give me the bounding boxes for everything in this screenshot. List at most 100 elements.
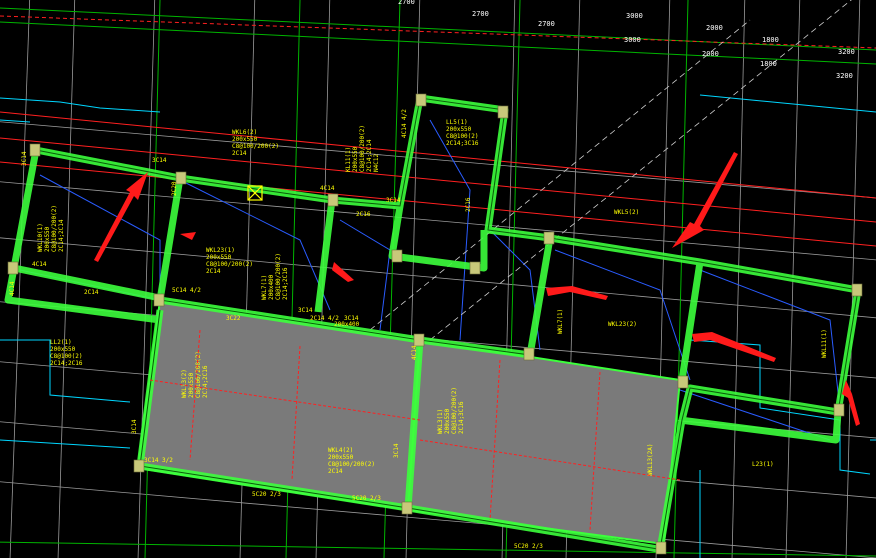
dimension-text: 2000 [702, 50, 719, 58]
beam-label-wkl7[interactable]: WKL7(1) 200x400 C8@100/200(2) 2C14;2C16 [261, 253, 289, 300]
svg-text:5C20 2/3: 5C20 2/3 [514, 543, 543, 550]
svg-text:2C14;2C16: 2C14;2C16 [202, 365, 209, 398]
beam-label-wkl13b[interactable]: WKL13(2A) [647, 443, 654, 476]
arrow-icon [332, 262, 354, 282]
arrow-icon [546, 286, 608, 300]
svg-text:C8@100/200(2): C8@100/200(2) [359, 125, 366, 172]
dimension-text: 3200 [838, 48, 855, 56]
svg-text:WKL3(1): WKL3(1) [437, 409, 444, 434]
beam-label-wkl11[interactable]: WKL11(1) [821, 329, 828, 358]
svg-text:200x400: 200x400 [268, 274, 275, 300]
svg-text:C8@100/200(2): C8@100/200(2) [206, 261, 253, 268]
svg-text:3C14 3/2: 3C14 3/2 [144, 457, 173, 464]
svg-text:2C14: 2C14 [206, 268, 221, 275]
construction-lines [369, 0, 852, 341]
svg-text:3C14: 3C14 [152, 157, 167, 164]
svg-text:200x550: 200x550 [206, 254, 232, 261]
svg-text:3C14: 3C14 [386, 197, 401, 204]
svg-text:WKL6(2): WKL6(2) [232, 129, 257, 136]
svg-text:3C14: 3C14 [131, 419, 138, 434]
beam-label-l23[interactable]: L23(1) [752, 461, 774, 468]
arrow-icon [692, 332, 776, 362]
svg-text:200x550: 200x550 [188, 372, 195, 398]
svg-text:2C14: 2C14 [232, 150, 247, 157]
svg-text:C8@100/200(2): C8@100/200(2) [451, 387, 458, 434]
svg-text:2C14;2C16: 2C14;2C16 [50, 360, 83, 367]
svg-text:2C14;3C16: 2C14;3C16 [458, 401, 465, 434]
cad-canvas[interactable]: 2700 2700 3000 2000 1800 3200 2700 3000 … [0, 0, 876, 558]
svg-text:WKL5(2): WKL5(2) [614, 209, 639, 216]
dimension-row-1: 2700 2700 3000 2000 1800 3200 [398, 0, 855, 56]
svg-text:WKL10(1): WKL10(1) [37, 223, 44, 252]
svg-text:5C20 2/3: 5C20 2/3 [252, 491, 281, 498]
svg-text:200x400: 200x400 [334, 321, 360, 328]
svg-text:3C22: 3C22 [226, 315, 241, 322]
svg-text:C8@100(2): C8@100(2) [446, 133, 479, 140]
svg-text:4C14: 4C14 [32, 261, 47, 268]
dimension-text: 3200 [836, 72, 853, 80]
svg-text:200x550: 200x550 [446, 126, 472, 133]
svg-text:LL5(1): LL5(1) [446, 119, 468, 126]
svg-text:4C14: 4C14 [320, 185, 335, 192]
svg-text:WKL7(1): WKL7(1) [261, 275, 268, 300]
svg-text:200x550: 200x550 [232, 136, 258, 143]
svg-text:WKL11(1): WKL11(1) [821, 329, 828, 358]
svg-text:C8@100(2): C8@100(2) [50, 353, 83, 360]
svg-text:4C14: 4C14 [411, 345, 418, 360]
svg-text:2C16: 2C16 [465, 197, 472, 212]
svg-text:4C14 4/2: 4C14 4/2 [401, 109, 408, 138]
arrow-icon [180, 232, 196, 240]
dimension-text: 2700 [472, 10, 489, 18]
svg-text:200x550: 200x550 [44, 226, 51, 252]
svg-text:2C14;2C14: 2C14;2C14 [58, 219, 65, 252]
svg-text:KL11(1): KL11(1) [345, 147, 352, 172]
beam-label-wkl10[interactable]: WKL10(1) 200x550 C8@100/200(2) 2C14;2C14 [37, 205, 65, 252]
svg-text:5C20 2/3: 5C20 2/3 [352, 495, 381, 502]
svg-text:4C14: 4C14 [9, 281, 16, 296]
svg-text:LL2(1): LL2(1) [50, 339, 72, 346]
cad-drawing-viewport[interactable]: 2700 2700 3000 2000 1800 3200 2700 3000 … [0, 0, 876, 558]
svg-text:WKL23(1): WKL23(1) [206, 247, 235, 254]
svg-text:3C14: 3C14 [393, 443, 400, 458]
svg-text:WKL4(2): WKL4(2) [328, 447, 353, 454]
svg-text:5C14 4/2: 5C14 4/2 [172, 287, 201, 294]
svg-text:2C14: 2C14 [84, 289, 99, 296]
svg-text:2C14: 2C14 [328, 468, 343, 475]
svg-text:3C14: 3C14 [298, 307, 313, 314]
svg-text:C8@100/200(2): C8@100/200(2) [275, 253, 282, 300]
svg-text:WKL13(2): WKL13(2) [181, 369, 188, 398]
beam-label-ll5[interactable]: LL5(1) 200x550 C8@100(2) 2C14;3C16 [446, 119, 479, 147]
dimension-text: 2000 [706, 24, 723, 32]
svg-text:C8@100/200(2): C8@100/200(2) [232, 143, 279, 150]
svg-text:2C14;3C16: 2C14;3C16 [446, 140, 479, 147]
svg-text:2C20: 2C20 [171, 181, 178, 196]
beam-label-wkl23[interactable]: WKL23(1) 200x550 C8@100/200(2) 2C14 [206, 247, 253, 275]
beam-label-wkl23b[interactable]: WKL23(2) [608, 321, 637, 328]
svg-text:200x550: 200x550 [444, 408, 451, 434]
beam-label-wkl6[interactable]: WKL6(2) 200x550 C8@100/200(2) 2C14 [232, 129, 279, 157]
svg-text:N4C12: N4C12 [373, 154, 380, 172]
svg-text:WKL13(2A): WKL13(2A) [647, 443, 654, 476]
svg-text:2C14;2C14: 2C14;2C14 [366, 139, 373, 172]
svg-text:L23(1): L23(1) [752, 461, 774, 468]
svg-text:C8@100/200(2): C8@100/200(2) [328, 461, 375, 468]
svg-text:C8@100/200(2): C8@100/200(2) [195, 351, 202, 398]
svg-text:3C14: 3C14 [21, 151, 28, 166]
svg-text:C8@100/200(2): C8@100/200(2) [51, 205, 58, 252]
svg-text:2C16: 2C16 [356, 211, 371, 218]
beam-label-wkl5[interactable]: WKL5(2) [614, 209, 639, 216]
arrow-icon [842, 380, 860, 426]
svg-text:200x550: 200x550 [328, 454, 354, 461]
axis-lines-red [0, 15, 876, 247]
svg-text:200x550: 200x550 [352, 146, 359, 172]
beam-label-wkl7b[interactable]: WKL7(1) [557, 309, 564, 334]
svg-text:200x550: 200x550 [50, 346, 76, 353]
dimension-text: 3000 [624, 36, 641, 44]
dimension-text: 2700 [538, 20, 555, 28]
dimension-text: 3000 [626, 12, 643, 20]
beam-label-ll2[interactable]: LL2(1) 200x550 C8@100(2) 2C14;2C16 [50, 339, 83, 367]
svg-text:WKL23(2): WKL23(2) [608, 321, 637, 328]
svg-text:2C14;2C16: 2C14;2C16 [282, 267, 289, 300]
dimension-text: 2700 [398, 0, 415, 6]
svg-text:WKL7(1): WKL7(1) [557, 309, 564, 334]
